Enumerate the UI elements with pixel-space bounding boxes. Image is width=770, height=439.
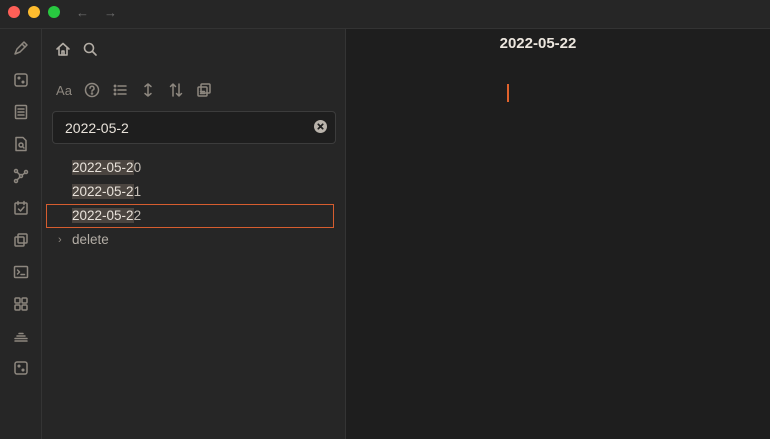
match-case-toggle[interactable]: Aa [54,80,74,100]
result-rest-text: 1 [133,184,142,199]
font-icon: Aa [56,82,72,98]
file-search-icon[interactable] [11,134,31,154]
copy-icon[interactable] [194,80,214,100]
close-icon [317,123,324,130]
ribbon [0,29,42,439]
search-result-item-selected[interactable]: 2022-05-22 [46,204,334,228]
file-list-icon[interactable] [11,102,31,122]
editor-pane[interactable]: 2022-05-22 [346,29,770,439]
search-input[interactable] [63,118,297,138]
minimize-window-button[interactable] [28,6,40,18]
folder-label: delete [72,232,109,247]
list-icon[interactable] [110,80,130,100]
dice-icon[interactable] [11,70,31,90]
terminal-icon[interactable] [11,262,31,282]
graph-icon[interactable] [11,166,31,186]
copy-icon[interactable] [11,230,31,250]
dice-icon[interactable] [11,358,31,378]
pen-icon[interactable] [11,38,31,58]
text-cursor [507,84,509,102]
search-result-item[interactable]: 2022-05-21 [46,180,334,204]
folder-item-delete[interactable]: › delete [46,228,334,252]
search-result-item[interactable]: 2022-05-20 [46,156,334,180]
search-box [52,111,336,144]
help-icon[interactable] [82,80,102,100]
expand-vertical-icon[interactable] [138,80,158,100]
nav-back-button[interactable]: ← [76,5,89,20]
calendar-check-icon[interactable] [11,198,31,218]
note-title[interactable]: 2022-05-22 [346,35,730,52]
home-icon[interactable] [53,39,73,59]
layers-icon[interactable] [11,326,31,346]
sort-icon[interactable] [166,80,186,100]
result-match-text: 2022-05-2 [72,208,134,223]
chevron-right-icon: › [58,234,62,246]
result-rest-text: 2 [133,208,142,223]
clear-search-button[interactable] [314,120,327,133]
file-sidebar: Aa 2022-05-20 2022-05-21 2022-05-22 › de… [42,29,346,439]
result-match-text: 2022-05-2 [72,184,134,199]
grid-icon[interactable] [11,294,31,314]
result-rest-text: 0 [133,160,142,175]
maximize-window-button[interactable] [48,6,60,18]
title-bar: ← → [0,0,770,29]
search-icon[interactable] [80,39,100,59]
close-window-button[interactable] [8,6,20,18]
nav-forward-button[interactable]: → [104,5,117,20]
result-match-text: 2022-05-2 [72,160,134,175]
